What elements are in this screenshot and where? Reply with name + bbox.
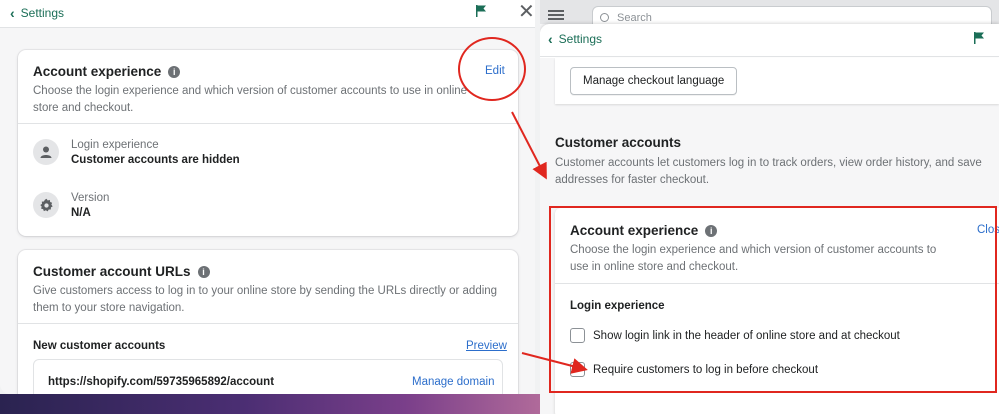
settings-panel-before: ‹ Settings ✕ Account experience i Edit C…: [0, 0, 535, 394]
close-icon[interactable]: ✕: [518, 2, 535, 22]
version-label: Version: [71, 192, 110, 204]
account-url-box: https://shopify.com/59735965892/account …: [33, 359, 503, 394]
panel-header: ‹ Settings ✕: [0, 0, 535, 28]
account-experience-card: Account experience i Edit Choose the log…: [18, 50, 518, 236]
customer-account-urls-description: Give customers access to log in to your …: [33, 285, 498, 314]
manage-checkout-language-button[interactable]: Manage checkout language: [570, 67, 738, 95]
flag-icon[interactable]: [972, 31, 986, 45]
divider: [18, 323, 518, 324]
account-experience-title-text: Account experience: [33, 64, 162, 79]
account-experience-description: Choose the login experience and which ve…: [33, 85, 468, 114]
back-to-settings-link[interactable]: ‹ Settings: [10, 6, 64, 20]
version-value: N/A: [71, 207, 91, 219]
customer-account-urls-title: Customer account URLs i: [33, 264, 210, 279]
login-experience-value: Customer accounts are hidden: [71, 154, 240, 166]
gear-icon: [33, 192, 59, 218]
annotation-highlight-box: [549, 206, 997, 393]
desktop-wallpaper: [0, 394, 540, 414]
account-experience-title: Account experience i: [33, 64, 181, 79]
info-icon[interactable]: i: [168, 65, 181, 78]
back-label: Settings: [558, 32, 603, 46]
person-icon: [33, 139, 59, 165]
checkout-language-card: Manage checkout language: [555, 58, 999, 104]
menu-icon[interactable]: [548, 10, 564, 20]
customer-account-urls-card: Customer account URLs i Give customers a…: [18, 250, 518, 394]
back-label: Settings: [20, 6, 65, 20]
new-customer-accounts-label: New customer accounts: [33, 340, 166, 352]
info-icon[interactable]: i: [197, 265, 210, 278]
manage-domain-link[interactable]: Manage domain: [412, 376, 494, 388]
account-url[interactable]: https://shopify.com/59735965892/account: [48, 376, 274, 388]
customer-accounts-description: Customer accounts let customers log in t…: [555, 157, 982, 186]
back-to-settings-link[interactable]: ‹ Settings: [548, 32, 602, 46]
flag-icon[interactable]: [474, 4, 488, 18]
customer-accounts-title: Customer accounts: [555, 135, 682, 150]
divider: [18, 123, 518, 124]
search-placeholder: Search: [617, 12, 652, 24]
settings-panel-after: Search ‹ Settings Manage checkout langua…: [540, 0, 999, 414]
login-experience-label: Login experience: [71, 139, 159, 151]
annotation-circle: [458, 37, 526, 101]
preview-link[interactable]: Preview: [466, 340, 507, 352]
sheet-header: ‹ Settings: [540, 24, 999, 57]
chevron-left-icon: ‹: [548, 31, 553, 47]
customer-account-urls-title-text: Customer account URLs: [33, 264, 191, 279]
admin-topbar: Search: [540, 0, 999, 30]
search-icon: [600, 13, 609, 22]
chevron-left-icon: ‹: [10, 5, 15, 21]
